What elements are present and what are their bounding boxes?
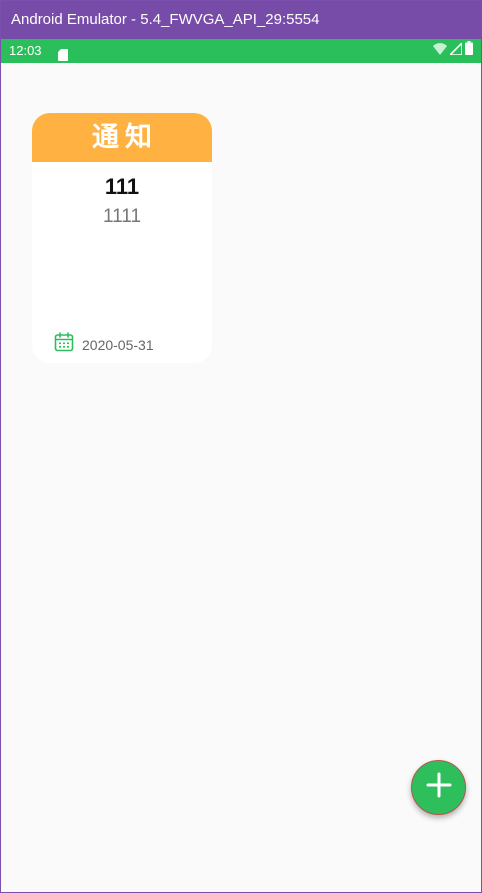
- window-title-bar: Android Emulator - 5.4_FWVGA_API_29:5554: [1, 1, 481, 39]
- notice-card[interactable]: 通知 111 1111 2020-05-31: [32, 113, 212, 363]
- status-time: 12:03: [9, 43, 42, 58]
- status-icons: [433, 41, 473, 59]
- calendar-icon: [54, 332, 74, 357]
- sim-card-icon: [58, 45, 68, 61]
- notice-card-header: 通知: [32, 113, 212, 162]
- notice-date: 2020-05-31: [82, 336, 154, 353]
- emulator-window: Android Emulator - 5.4_FWVGA_API_29:5554…: [0, 0, 482, 893]
- notice-body: 1111: [102, 206, 142, 227]
- window-title: Android Emulator - 5.4_FWVGA_API_29:5554: [11, 11, 320, 28]
- plus-icon: [426, 772, 452, 803]
- add-notice-button[interactable]: [411, 760, 466, 815]
- notice-date-row: 2020-05-31: [54, 332, 154, 357]
- app-content: 通知 111 1111 2020-05-31: [1, 63, 481, 892]
- wifi-icon: [433, 39, 447, 63]
- cell-signal-icon: [448, 39, 463, 63]
- status-bar: 12:03: [1, 39, 481, 63]
- notice-title: 111: [104, 174, 140, 199]
- battery-icon: [465, 39, 473, 63]
